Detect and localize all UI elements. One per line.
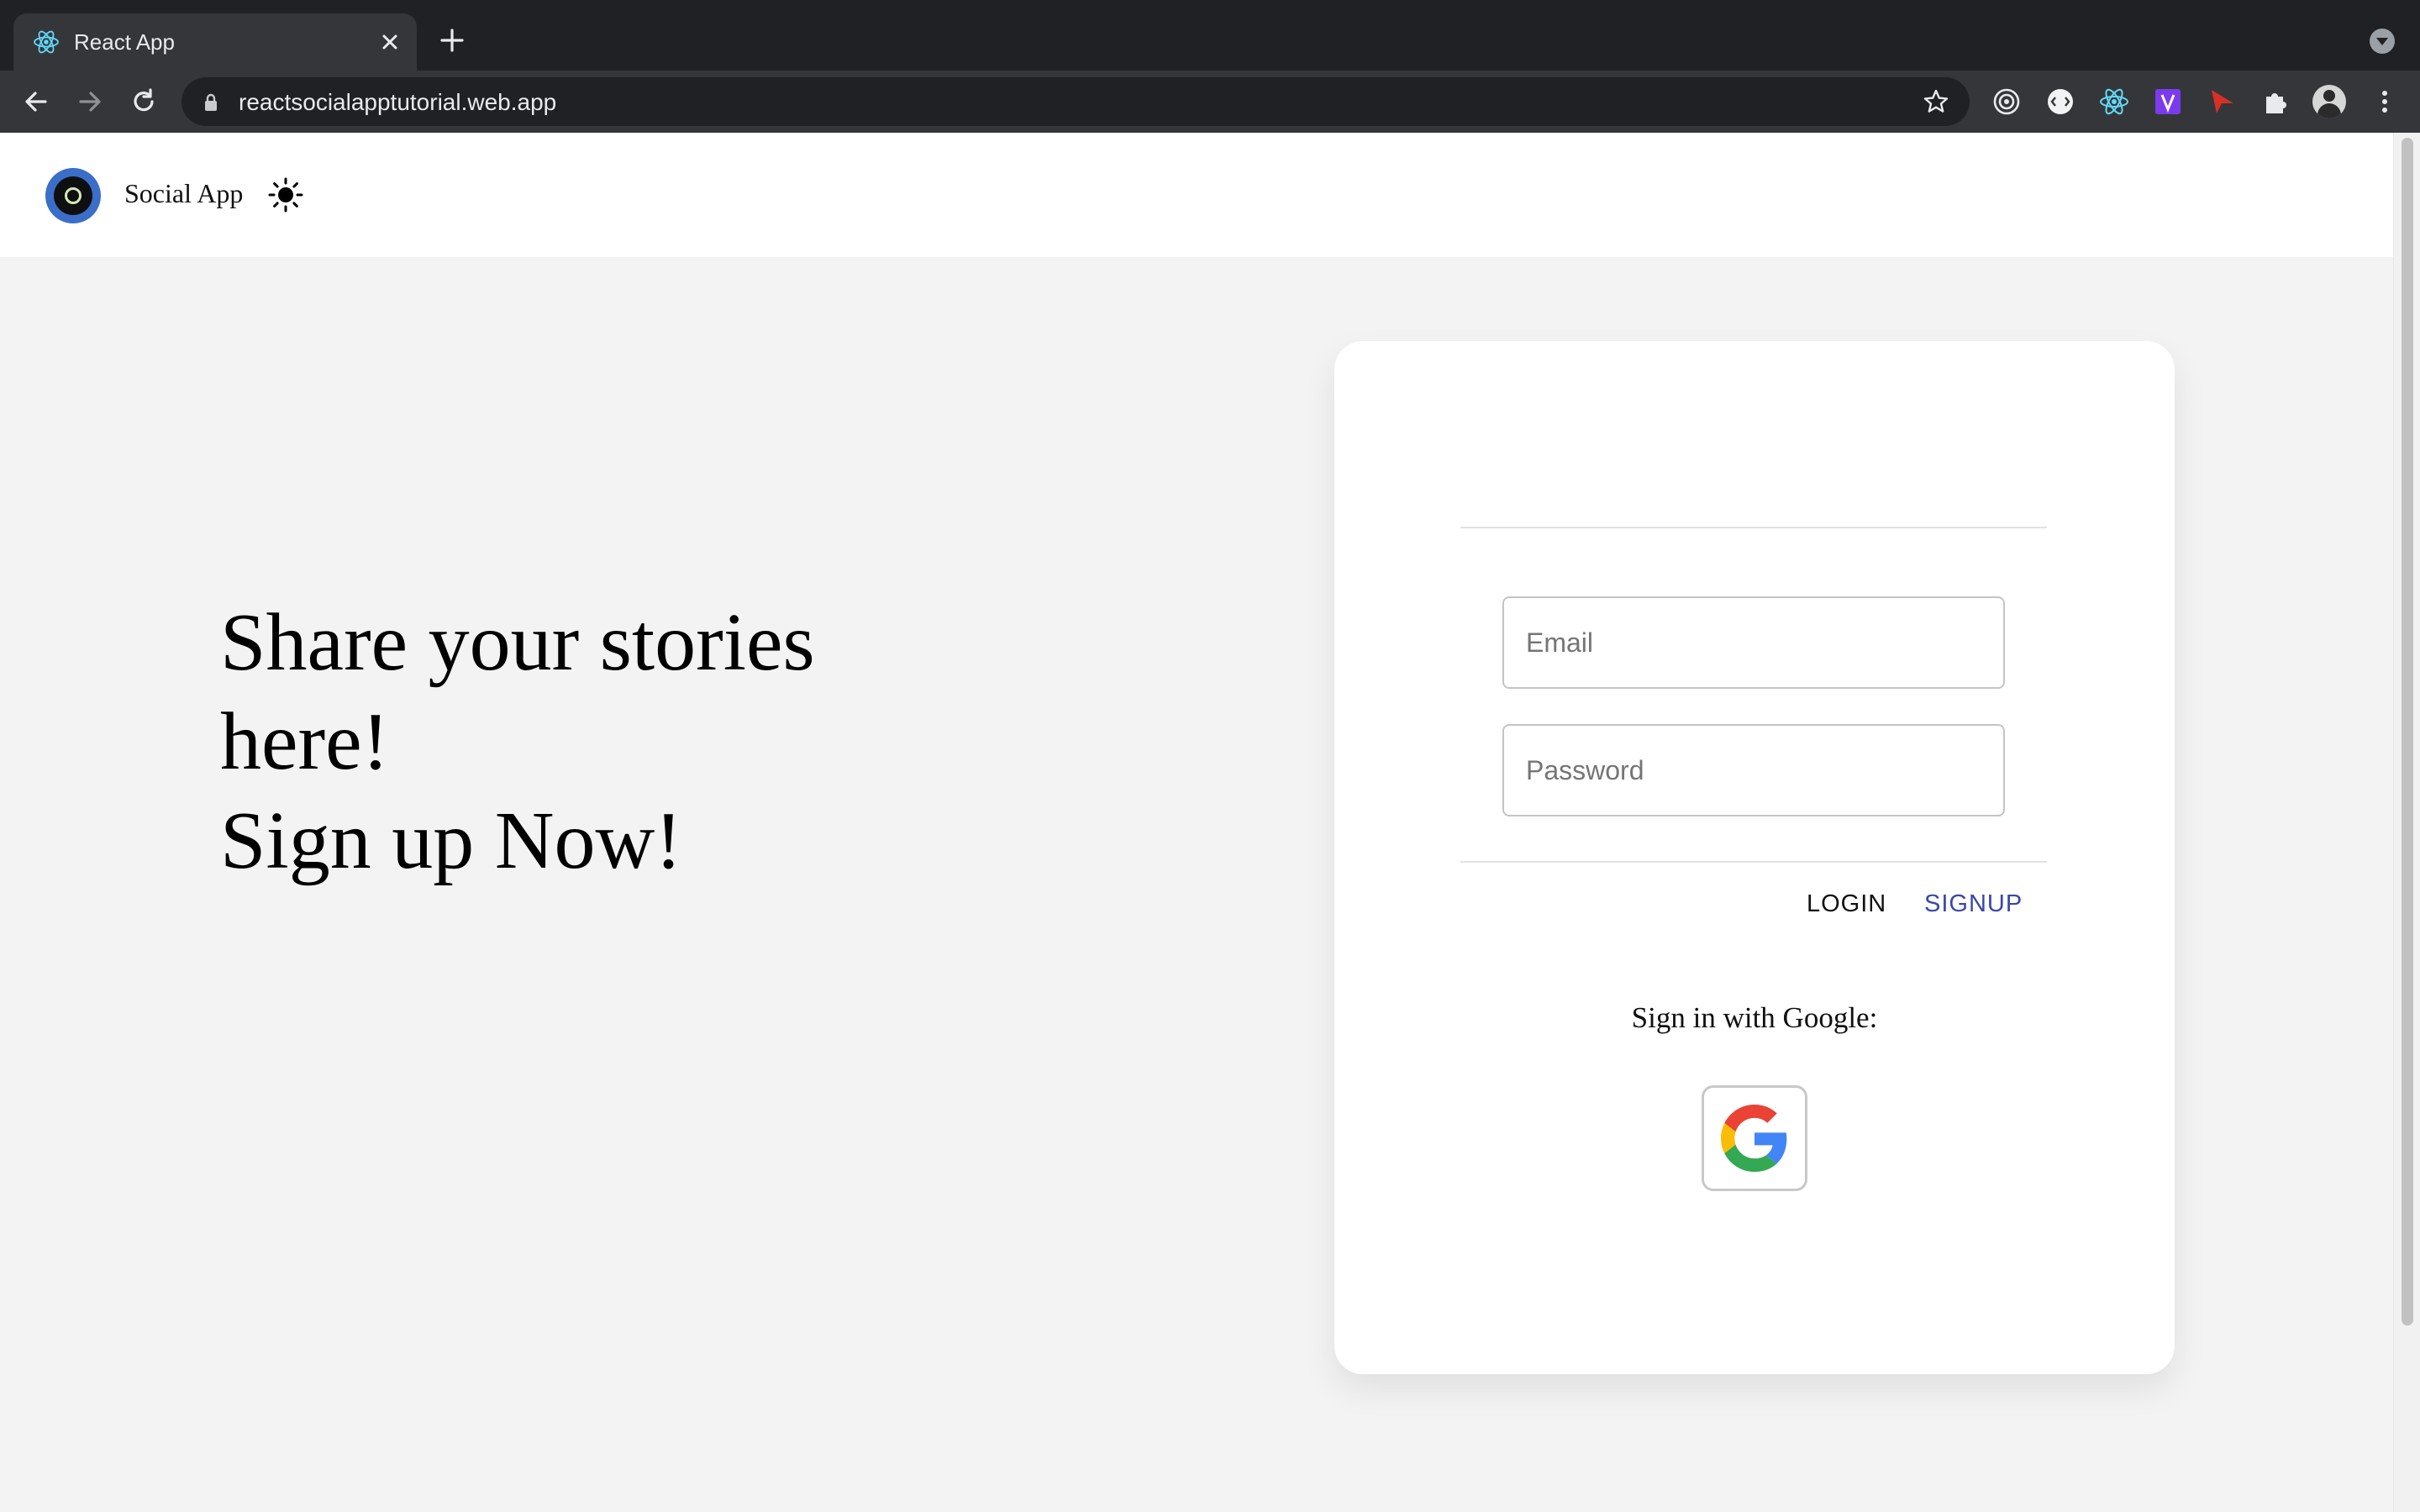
code-bubble-icon[interactable] [2044, 85, 2077, 118]
google-signin-label: Sign in with Google: [1631, 1001, 1878, 1034]
browser-tabstrip: React App [0, 0, 2420, 71]
top-divider [1460, 527, 2047, 528]
email-field[interactable] [1502, 596, 2005, 689]
auth-card: LOGIN SIGNUP Sign in with Google: [1334, 341, 2175, 1374]
target-icon[interactable] [1990, 85, 2023, 118]
google-signin-button[interactable] [1702, 1085, 1807, 1191]
profile-avatar-icon[interactable] [2312, 85, 2346, 118]
password-field[interactable] [1502, 724, 2005, 816]
browser-tab[interactable]: React App [13, 13, 417, 71]
close-icon[interactable] [376, 29, 403, 55]
react-devtools-icon[interactable] [2097, 85, 2131, 118]
hero-line-1: Share your stories [220, 597, 815, 688]
login-button[interactable]: LOGIN [1807, 889, 1886, 919]
app-header: Social App [0, 133, 2393, 257]
page-scrollbar[interactable] [2393, 133, 2420, 1512]
react-logo-icon [34, 30, 59, 54]
url-text[interactable]: reactsocialapptutorial.web.app [239, 89, 556, 116]
plus-icon[interactable] [437, 25, 467, 55]
star-icon[interactable] [1923, 88, 1949, 115]
browser-toolbar: reactsocialapptutorial.web.app [0, 71, 2420, 133]
brand-title: Social App [124, 178, 244, 208]
scrollbar-thumb[interactable] [2402, 138, 2413, 1326]
bottom-divider [1460, 861, 2047, 863]
google-g-icon [1721, 1105, 1787, 1172]
hero-line-3: Sign up Now! [220, 795, 682, 886]
kebab-menu-icon[interactable] [2368, 85, 2402, 118]
lock-icon [205, 93, 217, 111]
app-logo[interactable] [45, 168, 101, 223]
chevron-down-icon[interactable] [2370, 29, 2395, 54]
red-arrow-icon[interactable] [2205, 85, 2238, 118]
reload-icon[interactable] [128, 86, 160, 118]
tab-title: React App [74, 29, 175, 55]
logo-inner [54, 176, 92, 215]
signup-button[interactable]: SIGNUP [1924, 889, 2023, 919]
hero-line-2: here! [220, 696, 390, 787]
hero-text: Share your stories here! Sign up Now! [220, 593, 976, 890]
address-bar[interactable]: reactsocialapptutorial.web.app [182, 77, 1970, 126]
logo-ring [65, 187, 82, 204]
arrow-right-icon[interactable] [74, 86, 106, 118]
arrow-left-icon[interactable] [20, 86, 52, 118]
puzzle-icon[interactable] [2259, 85, 2292, 118]
sun-icon[interactable] [267, 176, 304, 213]
v-extension-icon[interactable] [2151, 85, 2185, 118]
